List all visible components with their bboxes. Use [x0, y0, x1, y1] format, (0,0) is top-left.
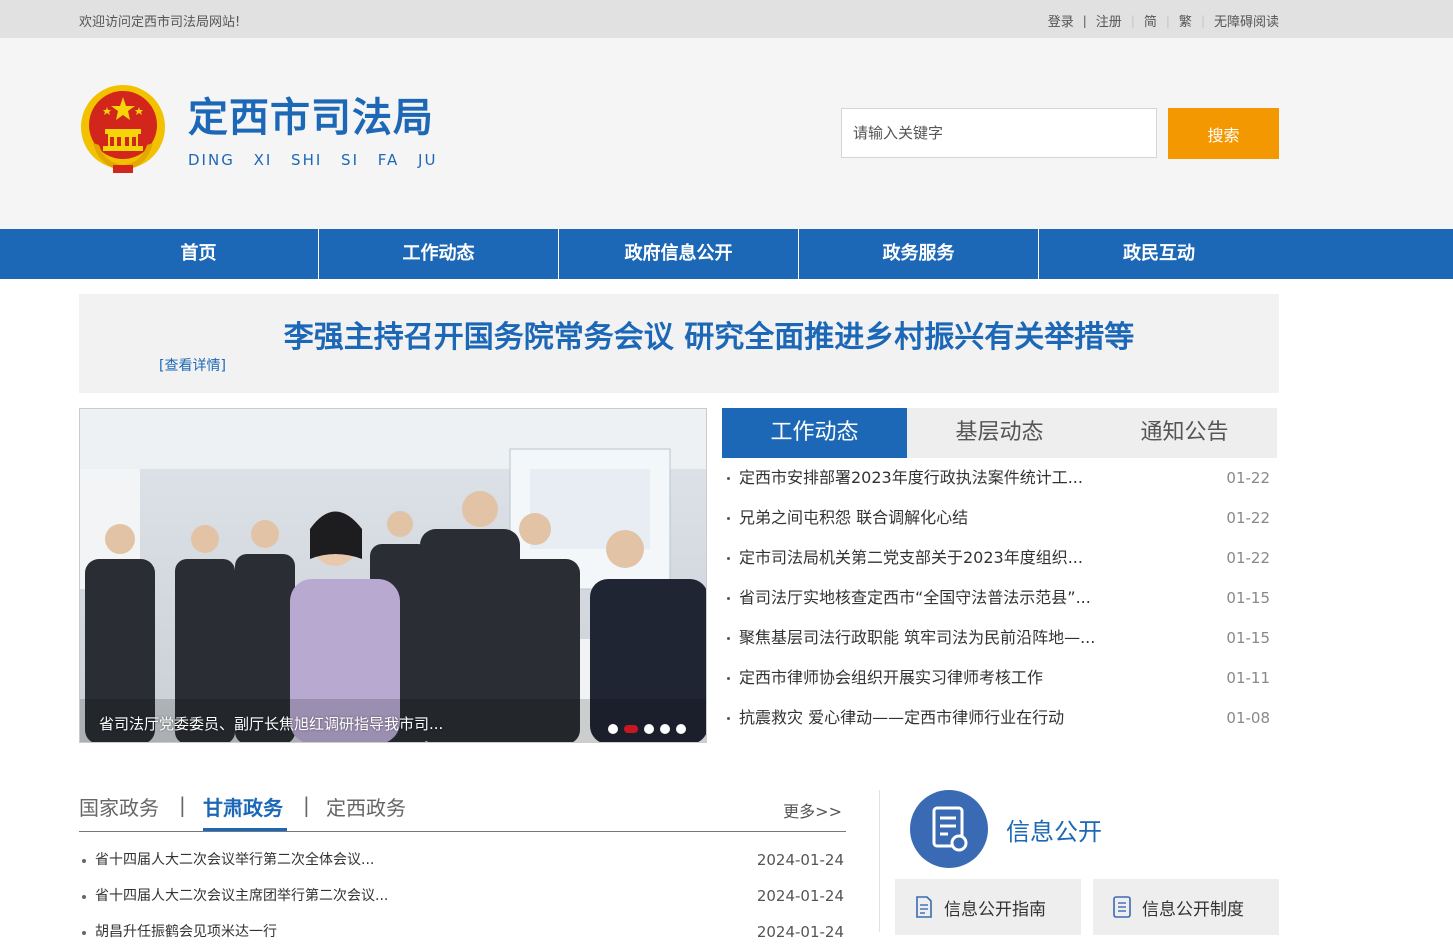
slide-caption[interactable]: 省司法厅党委委员、副厅长焦旭红调研指导我市司...	[99, 713, 443, 734]
divider: |	[179, 793, 186, 817]
news-date: 01-22	[1226, 549, 1270, 567]
login-link[interactable]: 登录	[1048, 11, 1074, 30]
list-item[interactable]: 聚焦基层司法行政职能 筑牢司法为民前沿阵地—... 01-15	[722, 618, 1277, 658]
search-input[interactable]	[841, 108, 1157, 158]
news-title[interactable]: 聚焦基层司法行政职能 筑牢司法为民前沿阵地—...	[739, 628, 1095, 647]
nav-item-interaction[interactable]: 政民互动	[1039, 229, 1279, 279]
news-date: 01-15	[1226, 629, 1270, 647]
news-title[interactable]: 省司法厅实地核查定西市“全国守法普法示范县”...	[739, 588, 1091, 607]
top-links: 登录 | 注册 | 简 | 繁 | 无障碍阅读	[1048, 11, 1279, 31]
gov-news-date: 2024-01-24	[756, 851, 844, 869]
tab-gansu-affairs[interactable]: 甘肃政务	[203, 792, 283, 821]
gov-affairs-box: 国家政务 | 甘肃政务 | 定西政务 更多>> 省十四届人大二次会议举行第二次全…	[79, 790, 846, 950]
gov-news-date: 2024-01-24	[756, 887, 844, 905]
gov-news-title[interactable]: 省十四届人大二次会议举行第二次全体会议...	[95, 852, 374, 868]
list-item[interactable]: 兄弟之间屯积怨 联合调解化心结 01-22	[722, 498, 1277, 538]
info-guide-label: 信息公开指南	[944, 900, 1046, 920]
headline-more-link[interactable]: [查看详情]	[159, 355, 226, 375]
gov-tabs: 国家政务 | 甘肃政务 | 定西政务 更多>>	[79, 790, 846, 832]
site-header: 定西市司法局 DING XI SHI SI FA JU 搜索	[0, 38, 1453, 229]
list-item[interactable]: 定西市安排部署2023年度行政执法案件统计工... 01-22	[722, 458, 1277, 498]
traditional-link[interactable]: 繁	[1179, 11, 1192, 30]
search-button[interactable]: 搜索	[1168, 108, 1279, 159]
info-system-card[interactable]: 信息公开制度	[1093, 879, 1279, 935]
top-bar: 欢迎访问定西市司法局网站! 登录 | 注册 | 简 | 繁 | 无障碍阅读	[0, 0, 1453, 38]
news-date: 01-22	[1226, 469, 1270, 487]
list-item[interactable]: 省十四届人大二次会议主席团举行第二次会议... 2024-01-24	[79, 878, 846, 914]
info-public-icon[interactable]	[910, 790, 988, 868]
divider: |	[303, 793, 310, 817]
photo-slider[interactable]: 省司法厅党委委员、副厅长焦旭红调研指导我市司...	[79, 408, 707, 743]
info-guide-card[interactable]: 信息公开指南	[895, 879, 1081, 935]
site-pinyin: DING XI SHI SI FA JU	[188, 151, 438, 169]
list-item[interactable]: 省十四届人大二次会议举行第二次全体会议... 2024-01-24	[79, 842, 846, 878]
news-tabs: 工作动态 基层动态 通知公告	[722, 408, 1277, 458]
active-tab-underline	[203, 828, 287, 831]
accessibility-link[interactable]: 无障碍阅读	[1214, 11, 1279, 30]
tab-notices[interactable]: 通知公告	[1092, 408, 1277, 458]
tab-national-affairs[interactable]: 国家政务	[79, 792, 159, 821]
gov-news-title[interactable]: 胡昌升任振鹤会见项米达一行	[95, 924, 277, 940]
headline-banner: 李强主持召开国务院常务会议 研究全面推进乡村振兴有关举措等 [查看详情]	[79, 294, 1279, 393]
info-public-title[interactable]: 信息公开	[1006, 812, 1102, 847]
list-item[interactable]: 省司法厅实地核查定西市“全国守法普法示范县”... 01-15	[722, 578, 1277, 618]
tab-dingxi-affairs[interactable]: 定西政务	[326, 792, 406, 821]
news-title[interactable]: 定市司法局机关第二党支部关于2023年度组织...	[739, 548, 1083, 567]
national-emblem-icon	[81, 85, 165, 173]
gov-news-list: 省十四届人大二次会议举行第二次全体会议... 2024-01-24 省十四届人大二…	[79, 842, 846, 950]
news-title[interactable]: 抗震救灾 爱心律动——定西市律师行业在行动	[739, 708, 1064, 727]
welcome-text: 欢迎访问定西市司法局网站!	[79, 15, 241, 30]
tab-work-news[interactable]: 工作动态	[722, 408, 907, 458]
news-date: 01-15	[1226, 589, 1270, 607]
gov-news-date: 2024-01-24	[756, 923, 844, 941]
nav-item-work-news[interactable]: 工作动态	[319, 229, 559, 279]
list-item[interactable]: 胡昌升任振鹤会见项米达一行 2024-01-24	[79, 914, 846, 950]
nav-item-gov-info[interactable]: 政府信息公开	[559, 229, 799, 279]
slide-dot[interactable]	[660, 724, 670, 734]
simplified-link[interactable]: 简	[1144, 11, 1157, 30]
list-item[interactable]: 定西市律师协会组织开展实习律师考核工作 01-11	[722, 658, 1277, 698]
news-title[interactable]: 定西市律师协会组织开展实习律师考核工作	[739, 668, 1043, 687]
news-date: 01-22	[1226, 509, 1270, 527]
slide-dot[interactable]	[644, 724, 654, 734]
nav-item-home[interactable]: 首页	[0, 229, 319, 279]
news-date: 01-08	[1226, 709, 1270, 727]
slide-dot[interactable]	[676, 724, 686, 734]
document-icon	[916, 896, 932, 918]
slide-dot-active[interactable]	[624, 725, 638, 733]
column-divider	[879, 790, 880, 932]
news-list: 定西市安排部署2023年度行政执法案件统计工... 01-22 兄弟之间屯积怨 联…	[722, 458, 1277, 738]
nav-item-gov-service[interactable]: 政务服务	[799, 229, 1039, 279]
divider: |	[1165, 13, 1170, 28]
headline-title[interactable]: 李强主持召开国务院常务会议 研究全面推进乡村振兴有关举措等	[79, 312, 1339, 356]
gov-more-link[interactable]: 更多>>	[783, 798, 842, 822]
divider: |	[1200, 13, 1205, 28]
list-document-icon	[1113, 896, 1131, 918]
news-box: 工作动态 基层动态 通知公告 定西市安排部署2023年度行政执法案件统计工...…	[722, 408, 1277, 738]
divider: |	[1082, 13, 1087, 28]
divider: |	[1130, 13, 1135, 28]
tab-grassroots-news[interactable]: 基层动态	[907, 408, 1092, 458]
register-link[interactable]: 注册	[1096, 11, 1122, 30]
news-title[interactable]: 兄弟之间屯积怨 联合调解化心结	[739, 508, 968, 527]
list-item[interactable]: 定市司法局机关第二党支部关于2023年度组织... 01-22	[722, 538, 1277, 578]
slide-dot[interactable]	[608, 724, 618, 734]
list-item[interactable]: 抗震救灾 爱心律动——定西市律师行业在行动 01-08	[722, 698, 1277, 738]
site-title[interactable]: 定西市司法局	[188, 98, 434, 138]
slide-dots	[608, 724, 686, 734]
info-system-label: 信息公开制度	[1142, 900, 1244, 920]
news-date: 01-11	[1226, 669, 1270, 687]
news-title[interactable]: 定西市安排部署2023年度行政执法案件统计工...	[739, 468, 1083, 487]
gov-news-title[interactable]: 省十四届人大二次会议主席团举行第二次会议...	[95, 888, 388, 904]
slide-photo	[80, 409, 706, 742]
main-nav: 首页 工作动态 政府信息公开 政务服务 政民互动	[0, 229, 1453, 279]
